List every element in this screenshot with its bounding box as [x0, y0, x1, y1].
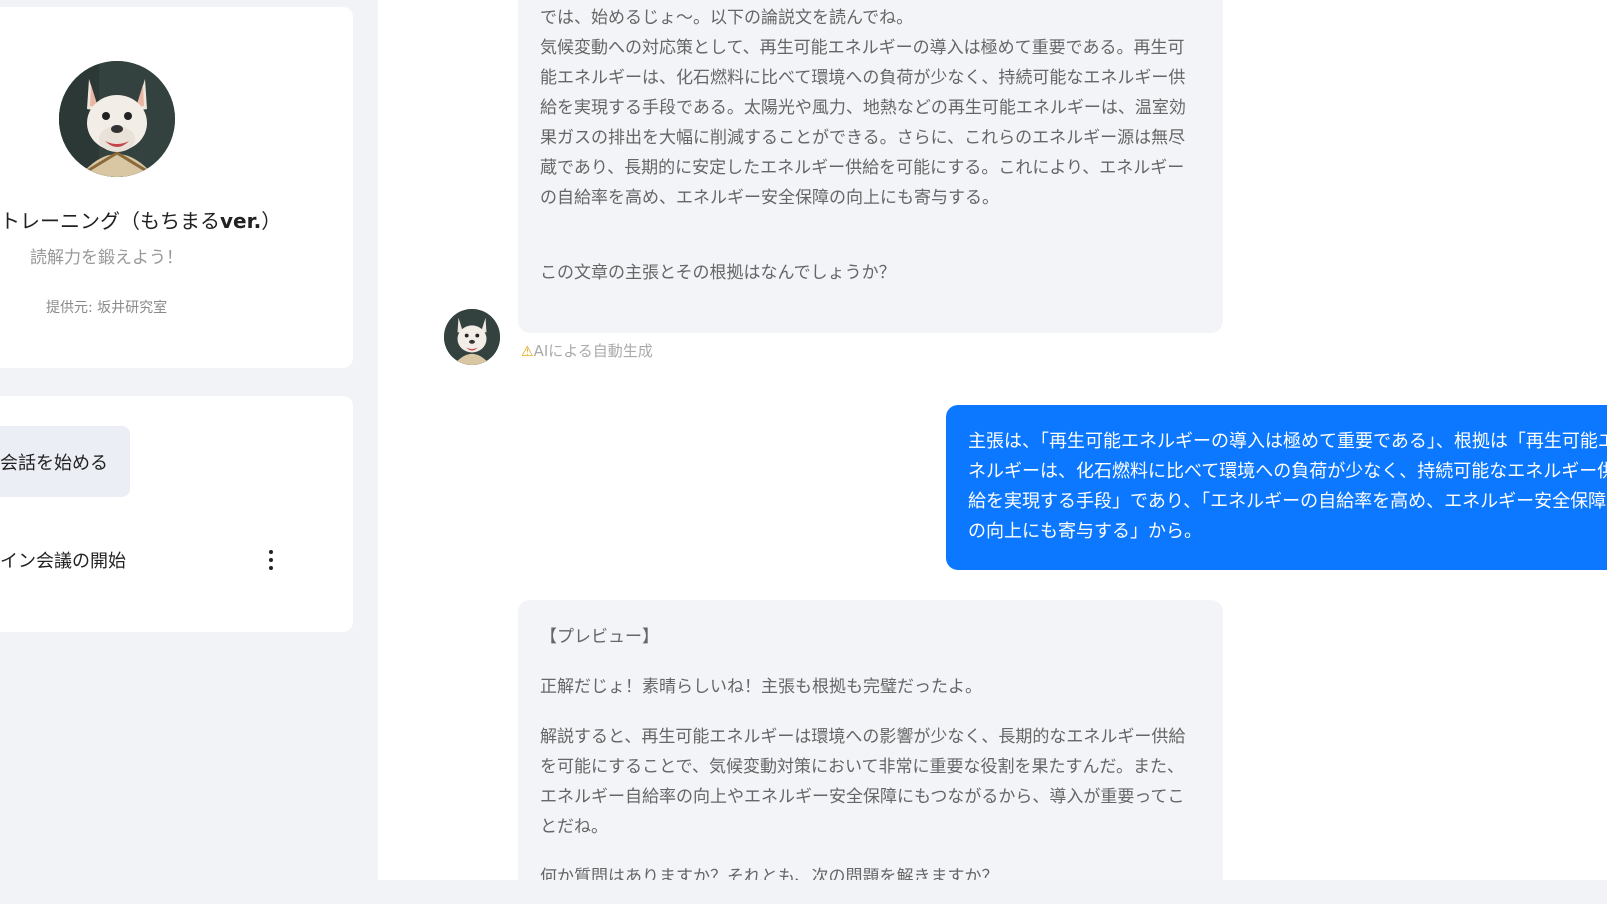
more-options-icon[interactable] — [264, 550, 278, 570]
message-paragraph: 正解だじょ！素晴らしいね！主張も根拠も完璧だったよ。 — [540, 677, 982, 697]
warning-icon: ⚠ — [521, 344, 534, 360]
french-bulldog-avatar — [59, 61, 175, 177]
start-conversation-button[interactable]: 会話を始める — [0, 426, 130, 497]
app-title-main: トレーニング（もちまる — [0, 209, 220, 233]
message-paragraph: 気候変動への対応策として、再生可能エネルギーの導入は極めて重要である。再生可能エ… — [540, 38, 1186, 208]
app-subtitle: 読解力を鍛えよう！ — [30, 248, 183, 268]
user-message: 主張は、「再生可能エネルギーの導入は極めて重要である」、根拠は「再生可能エネルギ… — [946, 405, 1607, 570]
bottom-strip — [378, 880, 1607, 904]
action-card: 会話を始める イン会議の開始 — [0, 396, 353, 632]
ai-generated-label: AIによる自動生成 — [533, 342, 653, 360]
app-title-version: ver. — [220, 209, 262, 233]
message-paragraph: この文章の主張とその根拠はなんでしょうか？ — [540, 263, 896, 283]
online-meeting-item[interactable]: イン会議の開始 — [0, 544, 300, 574]
app-title: トレーニング（もちまるver.） — [0, 205, 281, 234]
ai-generated-note: ⚠AIによる自動生成 — [521, 340, 653, 361]
assistant-message: では、始めるじょ～。以下の論説文を読んでね。 気候変動への対応策として、再生可能… — [518, 0, 1223, 333]
chat-area: では、始めるじょ～。以下の論説文を読んでね。 気候変動への対応策として、再生可能… — [378, 0, 1607, 880]
message-paragraph: では、始めるじょ～。以下の論説文を読んでね。 — [540, 8, 914, 28]
profile-card: トレーニング（もちまるver.） 読解力を鍛えよう！ 提供元: 坂井研究室 — [0, 7, 353, 368]
app-title-close: ） — [261, 209, 282, 233]
app-window: トレーニング（もちまるver.） 読解力を鍛えよう！ 提供元: 坂井研究室 会話… — [0, 0, 1607, 904]
message-paragraph: 何か質問はありますか？それとも、次の問題を解きますか？ — [540, 867, 999, 880]
online-meeting-label: イン会議の開始 — [0, 551, 126, 572]
assistant-avatar — [444, 309, 500, 365]
provider-label: 提供元: 坂井研究室 — [46, 300, 168, 316]
message-paragraph: 【プレビュー】 — [540, 627, 659, 647]
sidebar: トレーニング（もちまるver.） 読解力を鍛えよう！ 提供元: 坂井研究室 会話… — [0, 0, 378, 904]
message-paragraph: 解説すると、再生可能エネルギーは環境への影響が少なく、長期的なエネルギー供給を可… — [540, 727, 1186, 837]
assistant-message: 【プレビュー】 正解だじょ！素晴らしいね！主張も根拠も完璧だったよ。 解説すると… — [518, 600, 1223, 880]
